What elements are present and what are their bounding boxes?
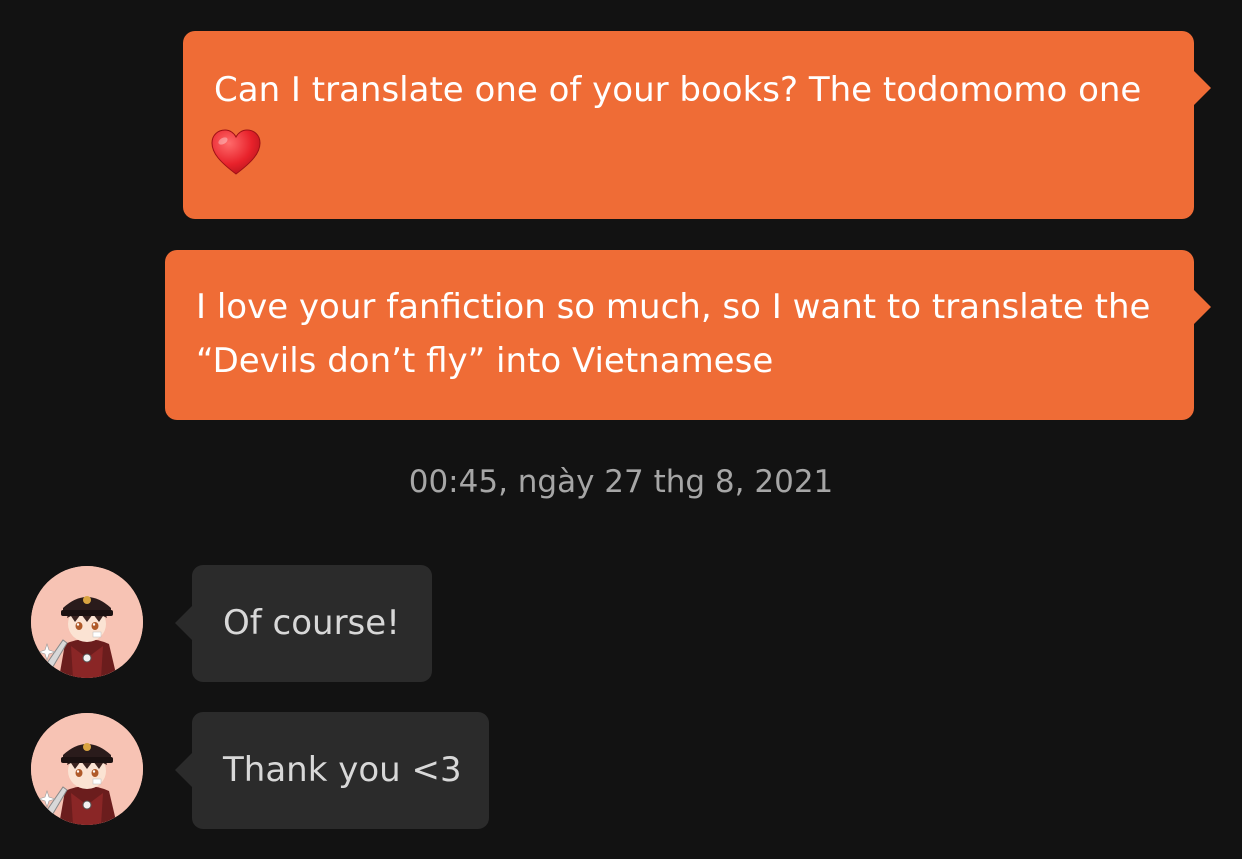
avatar-illustration xyxy=(31,566,143,678)
message-text: Can I translate one of your books? The t… xyxy=(214,70,1142,110)
message-text-line-2: “Devils don’t fly” into Vietnamese xyxy=(196,341,774,381)
anime-boy-avatar[interactable] xyxy=(31,566,143,678)
message-text: Of course! xyxy=(223,603,400,643)
red-heart-icon xyxy=(211,129,261,175)
message-text: Thank you <3 xyxy=(223,750,462,790)
incoming-message-2[interactable]: Thank you <3 xyxy=(175,712,489,829)
avatar-illustration xyxy=(31,713,143,825)
incoming-message-1[interactable]: Of course! xyxy=(175,565,432,682)
outgoing-message-2[interactable]: I love your fanfiction so much, so I wan… xyxy=(165,250,1211,420)
message-timestamp: 00:45, ngày 27 thg 8, 2021 xyxy=(408,464,834,500)
message-text-line-1: I love your fanfiction so much, so I wan… xyxy=(196,287,1151,327)
outgoing-message-1[interactable]: Can I translate one of your books? The t… xyxy=(183,31,1211,219)
anime-boy-avatar[interactable] xyxy=(31,713,143,825)
